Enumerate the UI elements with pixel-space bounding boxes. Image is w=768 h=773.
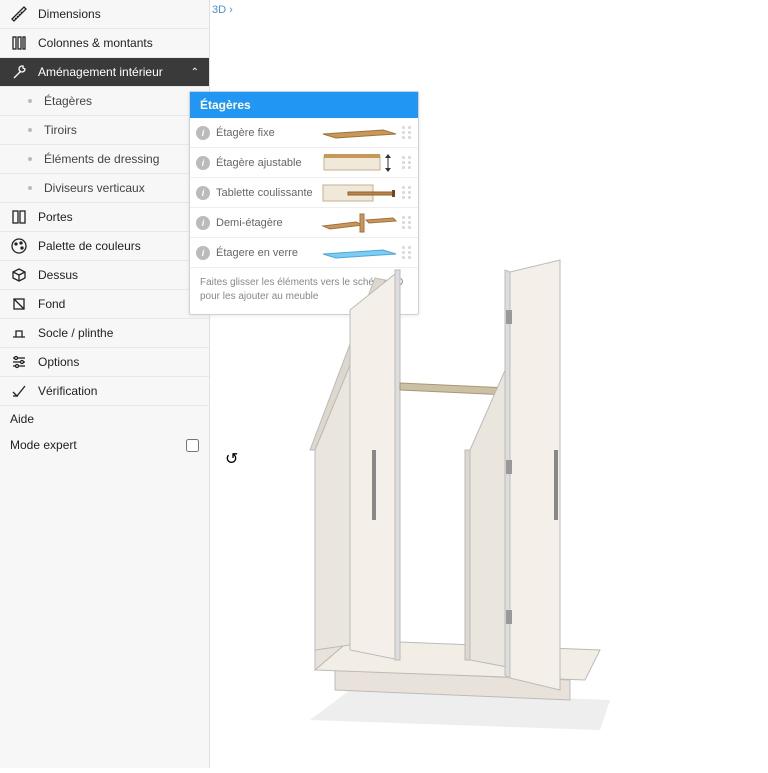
- doors-icon: [10, 208, 28, 226]
- options-icon: [10, 353, 28, 371]
- palette-icon: [10, 237, 28, 255]
- check-icon: [10, 382, 28, 400]
- menu-verification[interactable]: Vérification: [0, 377, 209, 406]
- info-icon[interactable]: i: [196, 126, 210, 140]
- menu-dimensions[interactable]: Dimensions: [0, 0, 209, 29]
- furniture-3d-view: [210, 20, 768, 768]
- menu-columns[interactable]: Colonnes & montants: [0, 29, 209, 58]
- menu-doors[interactable]: Portes ⌄: [0, 203, 209, 232]
- info-icon[interactable]: i: [196, 156, 210, 170]
- back-icon: [10, 295, 28, 313]
- submenu-dressing-label: Éléments de dressing: [44, 152, 159, 166]
- menu-top[interactable]: Dessus: [0, 261, 209, 290]
- submenu-dividers[interactable]: Diviseurs verticaux: [0, 174, 209, 203]
- menu-options-label: Options: [38, 355, 199, 369]
- wrench-icon: [10, 63, 28, 81]
- submenu-shelves[interactable]: Étagères: [0, 87, 209, 116]
- submenu-dressing[interactable]: Éléments de dressing: [0, 145, 209, 174]
- menu-palette-label: Palette de couleurs: [38, 239, 199, 253]
- dot-icon: [28, 157, 32, 161]
- expert-checkbox[interactable]: [186, 439, 199, 452]
- menu-dimensions-label: Dimensions: [38, 7, 199, 21]
- breadcrumb: 3D ›: [212, 4, 233, 16]
- menu-verification-label: Vérification: [38, 384, 199, 398]
- dot-icon: [28, 128, 32, 132]
- 3d-canvas[interactable]: [210, 20, 768, 768]
- menu-base[interactable]: Socle / plinthe: [0, 319, 209, 348]
- menu-interior[interactable]: Aménagement intérieur ⌃: [0, 58, 209, 87]
- chevron-up-icon: ⌃: [191, 67, 199, 78]
- sidebar: Dimensions Colonnes & montants Aménageme…: [0, 0, 210, 768]
- menu-expert: Mode expert: [0, 432, 209, 458]
- info-icon[interactable]: i: [196, 246, 210, 260]
- submenu-dividers-label: Diviseurs verticaux: [44, 181, 145, 195]
- menu-options[interactable]: Options: [0, 348, 209, 377]
- submenu-shelves-label: Étagères: [44, 94, 92, 108]
- submenu-drawers[interactable]: Tiroirs: [0, 116, 209, 145]
- info-icon[interactable]: i: [196, 216, 210, 230]
- menu-expert-label: Mode expert: [10, 438, 77, 452]
- menu-help-label: Aide: [10, 412, 34, 426]
- menu-columns-label: Colonnes & montants: [38, 36, 199, 50]
- breadcrumb-sep: ›: [229, 4, 233, 16]
- menu-back[interactable]: Fond: [0, 290, 209, 319]
- menu-top-label: Dessus: [38, 268, 199, 282]
- menu-back-label: Fond: [38, 297, 199, 311]
- menu-palette[interactable]: Palette de couleurs: [0, 232, 209, 261]
- dot-icon: [28, 99, 32, 103]
- info-icon[interactable]: i: [196, 186, 210, 200]
- breadcrumb-3d[interactable]: 3D: [212, 4, 226, 16]
- submenu-drawers-label: Tiroirs: [44, 123, 77, 137]
- top-icon: [10, 266, 28, 284]
- menu-help[interactable]: Aide: [0, 406, 209, 432]
- base-icon: [10, 324, 28, 342]
- columns-icon: [10, 34, 28, 52]
- dot-icon: [28, 186, 32, 190]
- menu-base-label: Socle / plinthe: [38, 326, 199, 340]
- ruler-icon: [10, 5, 28, 23]
- menu-interior-label: Aménagement intérieur: [38, 65, 191, 79]
- menu-doors-label: Portes: [38, 210, 191, 224]
